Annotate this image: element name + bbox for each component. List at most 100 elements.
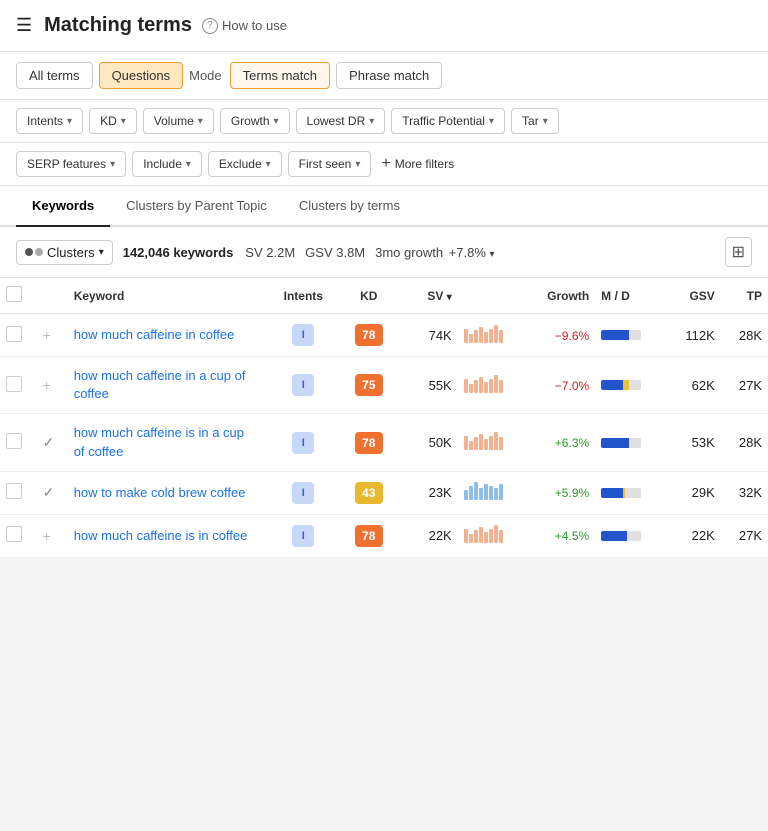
row-keyword-cell: how much caffeine is in coffee bbox=[68, 514, 264, 557]
serp-features-filter[interactable]: SERP features ▾ bbox=[16, 151, 126, 177]
row-kd-cell: 78 bbox=[343, 414, 395, 471]
help-link[interactable]: ? How to use bbox=[202, 18, 287, 34]
clusters-button[interactable]: Clusters ▾ bbox=[16, 240, 113, 265]
intent-badge: I bbox=[292, 525, 314, 547]
row-intent-cell: I bbox=[264, 414, 343, 471]
row-action-icon[interactable]: + bbox=[43, 528, 51, 544]
kd-filter[interactable]: KD ▾ bbox=[89, 108, 137, 134]
tab-clusters-parent[interactable]: Clusters by Parent Topic bbox=[110, 186, 283, 227]
chevron-down-icon: ▾ bbox=[99, 247, 104, 258]
phrase-match-button[interactable]: Phrase match bbox=[336, 62, 442, 89]
tab-clusters-terms[interactable]: Clusters by terms bbox=[283, 186, 416, 227]
keyword-link[interactable]: how to make cold brew coffee bbox=[74, 485, 246, 500]
first-seen-filter[interactable]: First seen ▾ bbox=[288, 151, 372, 177]
chevron-down-icon: ▾ bbox=[186, 159, 191, 170]
row-action-cell: ✓ bbox=[37, 414, 68, 471]
help-icon: ? bbox=[202, 18, 218, 34]
row-md-cell bbox=[595, 471, 663, 514]
row-checkbox-cell bbox=[0, 414, 37, 471]
intents-filter[interactable]: Intents ▾ bbox=[16, 108, 83, 134]
row-checkbox-cell bbox=[0, 357, 37, 414]
row-action-cell: + bbox=[37, 314, 68, 357]
row-growth-cell: +6.3% bbox=[524, 414, 595, 471]
col-header-growth: Growth bbox=[524, 278, 595, 314]
row-intent-cell: I bbox=[264, 471, 343, 514]
plus-icon: + bbox=[381, 155, 390, 173]
row-tp-cell: 28K bbox=[721, 314, 768, 357]
col-header-sv[interactable]: SV ▾ bbox=[395, 278, 458, 314]
keyword-count: 142,046 keywords bbox=[123, 245, 234, 260]
row-tp-cell: 32K bbox=[721, 471, 768, 514]
col-header-spark bbox=[458, 278, 525, 314]
chevron-down-icon: ▾ bbox=[266, 159, 271, 170]
row-sv-cell: 22K bbox=[395, 514, 458, 557]
page-title: Matching terms bbox=[44, 14, 192, 37]
growth-value: −7.0% bbox=[555, 379, 589, 393]
row-md-cell bbox=[595, 357, 663, 414]
row-action-icon[interactable]: + bbox=[43, 377, 51, 393]
chevron-down-icon: ▾ bbox=[355, 159, 360, 170]
row-intent-cell: I bbox=[264, 314, 343, 357]
row-tp-cell: 27K bbox=[721, 514, 768, 557]
keyword-link[interactable]: how much caffeine in coffee bbox=[74, 327, 235, 342]
row-action-icon[interactable]: ✓ bbox=[43, 434, 55, 450]
intent-badge: I bbox=[292, 324, 314, 346]
row-action-icon[interactable]: + bbox=[43, 327, 51, 343]
row-growth-cell: −9.6% bbox=[524, 314, 595, 357]
row-checkbox[interactable] bbox=[6, 433, 22, 449]
sv-stat: SV 2.2M bbox=[243, 245, 295, 260]
traffic-potential-filter[interactable]: Traffic Potential ▾ bbox=[391, 108, 505, 134]
row-gsv-cell: 53K bbox=[663, 414, 721, 471]
volume-filter[interactable]: Volume ▾ bbox=[143, 108, 214, 134]
row-kd-cell: 75 bbox=[343, 357, 395, 414]
intent-badge: I bbox=[292, 374, 314, 396]
growth-filter[interactable]: Growth ▾ bbox=[220, 108, 290, 134]
keyword-link[interactable]: how much caffeine is in coffee bbox=[74, 528, 248, 543]
keyword-link[interactable]: how much caffeine in a cup of coffee bbox=[74, 368, 246, 401]
table-row: ✓ how to make cold brew coffee I 43 23K … bbox=[0, 471, 768, 514]
tab-keywords[interactable]: Keywords bbox=[16, 186, 110, 227]
exclude-filter[interactable]: Exclude ▾ bbox=[208, 151, 282, 177]
keyword-link[interactable]: how much caffeine is in a cup of coffee bbox=[74, 425, 244, 458]
include-filter[interactable]: Include ▾ bbox=[132, 151, 202, 177]
row-kd-cell: 43 bbox=[343, 471, 395, 514]
select-all-checkbox[interactable] bbox=[6, 286, 22, 302]
intent-badge: I bbox=[292, 482, 314, 504]
row-growth-cell: +4.5% bbox=[524, 514, 595, 557]
row-checkbox[interactable] bbox=[6, 376, 22, 392]
row-md-cell bbox=[595, 414, 663, 471]
row-gsv-cell: 22K bbox=[663, 514, 721, 557]
row-keyword-cell: how much caffeine is in a cup of coffee bbox=[68, 414, 264, 471]
row-checkbox[interactable] bbox=[6, 526, 22, 542]
row-gsv-cell: 112K bbox=[663, 314, 721, 357]
row-action-cell: + bbox=[37, 514, 68, 557]
row-tp-cell: 28K bbox=[721, 414, 768, 471]
row-action-icon[interactable]: ✓ bbox=[43, 484, 55, 500]
growth-value: +7.8% bbox=[449, 245, 486, 260]
row-checkbox[interactable] bbox=[6, 483, 22, 499]
terms-match-button[interactable]: Terms match bbox=[230, 62, 330, 89]
row-keyword-cell: how much caffeine in a cup of coffee bbox=[68, 357, 264, 414]
row-keyword-cell: how to make cold brew coffee bbox=[68, 471, 264, 514]
tar-filter[interactable]: Tar ▾ bbox=[511, 108, 559, 134]
row-sv-cell: 23K bbox=[395, 471, 458, 514]
chevron-down-icon: ▾ bbox=[489, 116, 494, 127]
questions-button[interactable]: Questions bbox=[99, 62, 184, 89]
row-checkbox-cell bbox=[0, 514, 37, 557]
filter-bar-2: SERP features ▾ Include ▾ Exclude ▾ Firs… bbox=[0, 143, 768, 186]
lowest-dr-filter[interactable]: Lowest DR ▾ bbox=[296, 108, 386, 134]
all-terms-button[interactable]: All terms bbox=[16, 62, 93, 89]
row-intent-cell: I bbox=[264, 357, 343, 414]
col-header-gsv: GSV bbox=[663, 278, 721, 314]
clusters-label: Clusters bbox=[47, 245, 95, 260]
top-bar: ☰ Matching terms ? How to use bbox=[0, 0, 768, 52]
filter-bar-1: Intents ▾ KD ▾ Volume ▾ Growth ▾ Lowest … bbox=[0, 100, 768, 143]
grid-view-button[interactable]: ⊞ bbox=[725, 237, 752, 267]
growth-stat[interactable]: 3mo growth +7.8% ▾ bbox=[375, 245, 494, 260]
more-filters-button[interactable]: + More filters bbox=[381, 155, 454, 173]
hamburger-icon[interactable]: ☰ bbox=[16, 15, 32, 36]
cluster-dot bbox=[35, 248, 43, 256]
row-sv-cell: 74K bbox=[395, 314, 458, 357]
col-header-action bbox=[37, 278, 68, 314]
row-checkbox[interactable] bbox=[6, 326, 22, 342]
